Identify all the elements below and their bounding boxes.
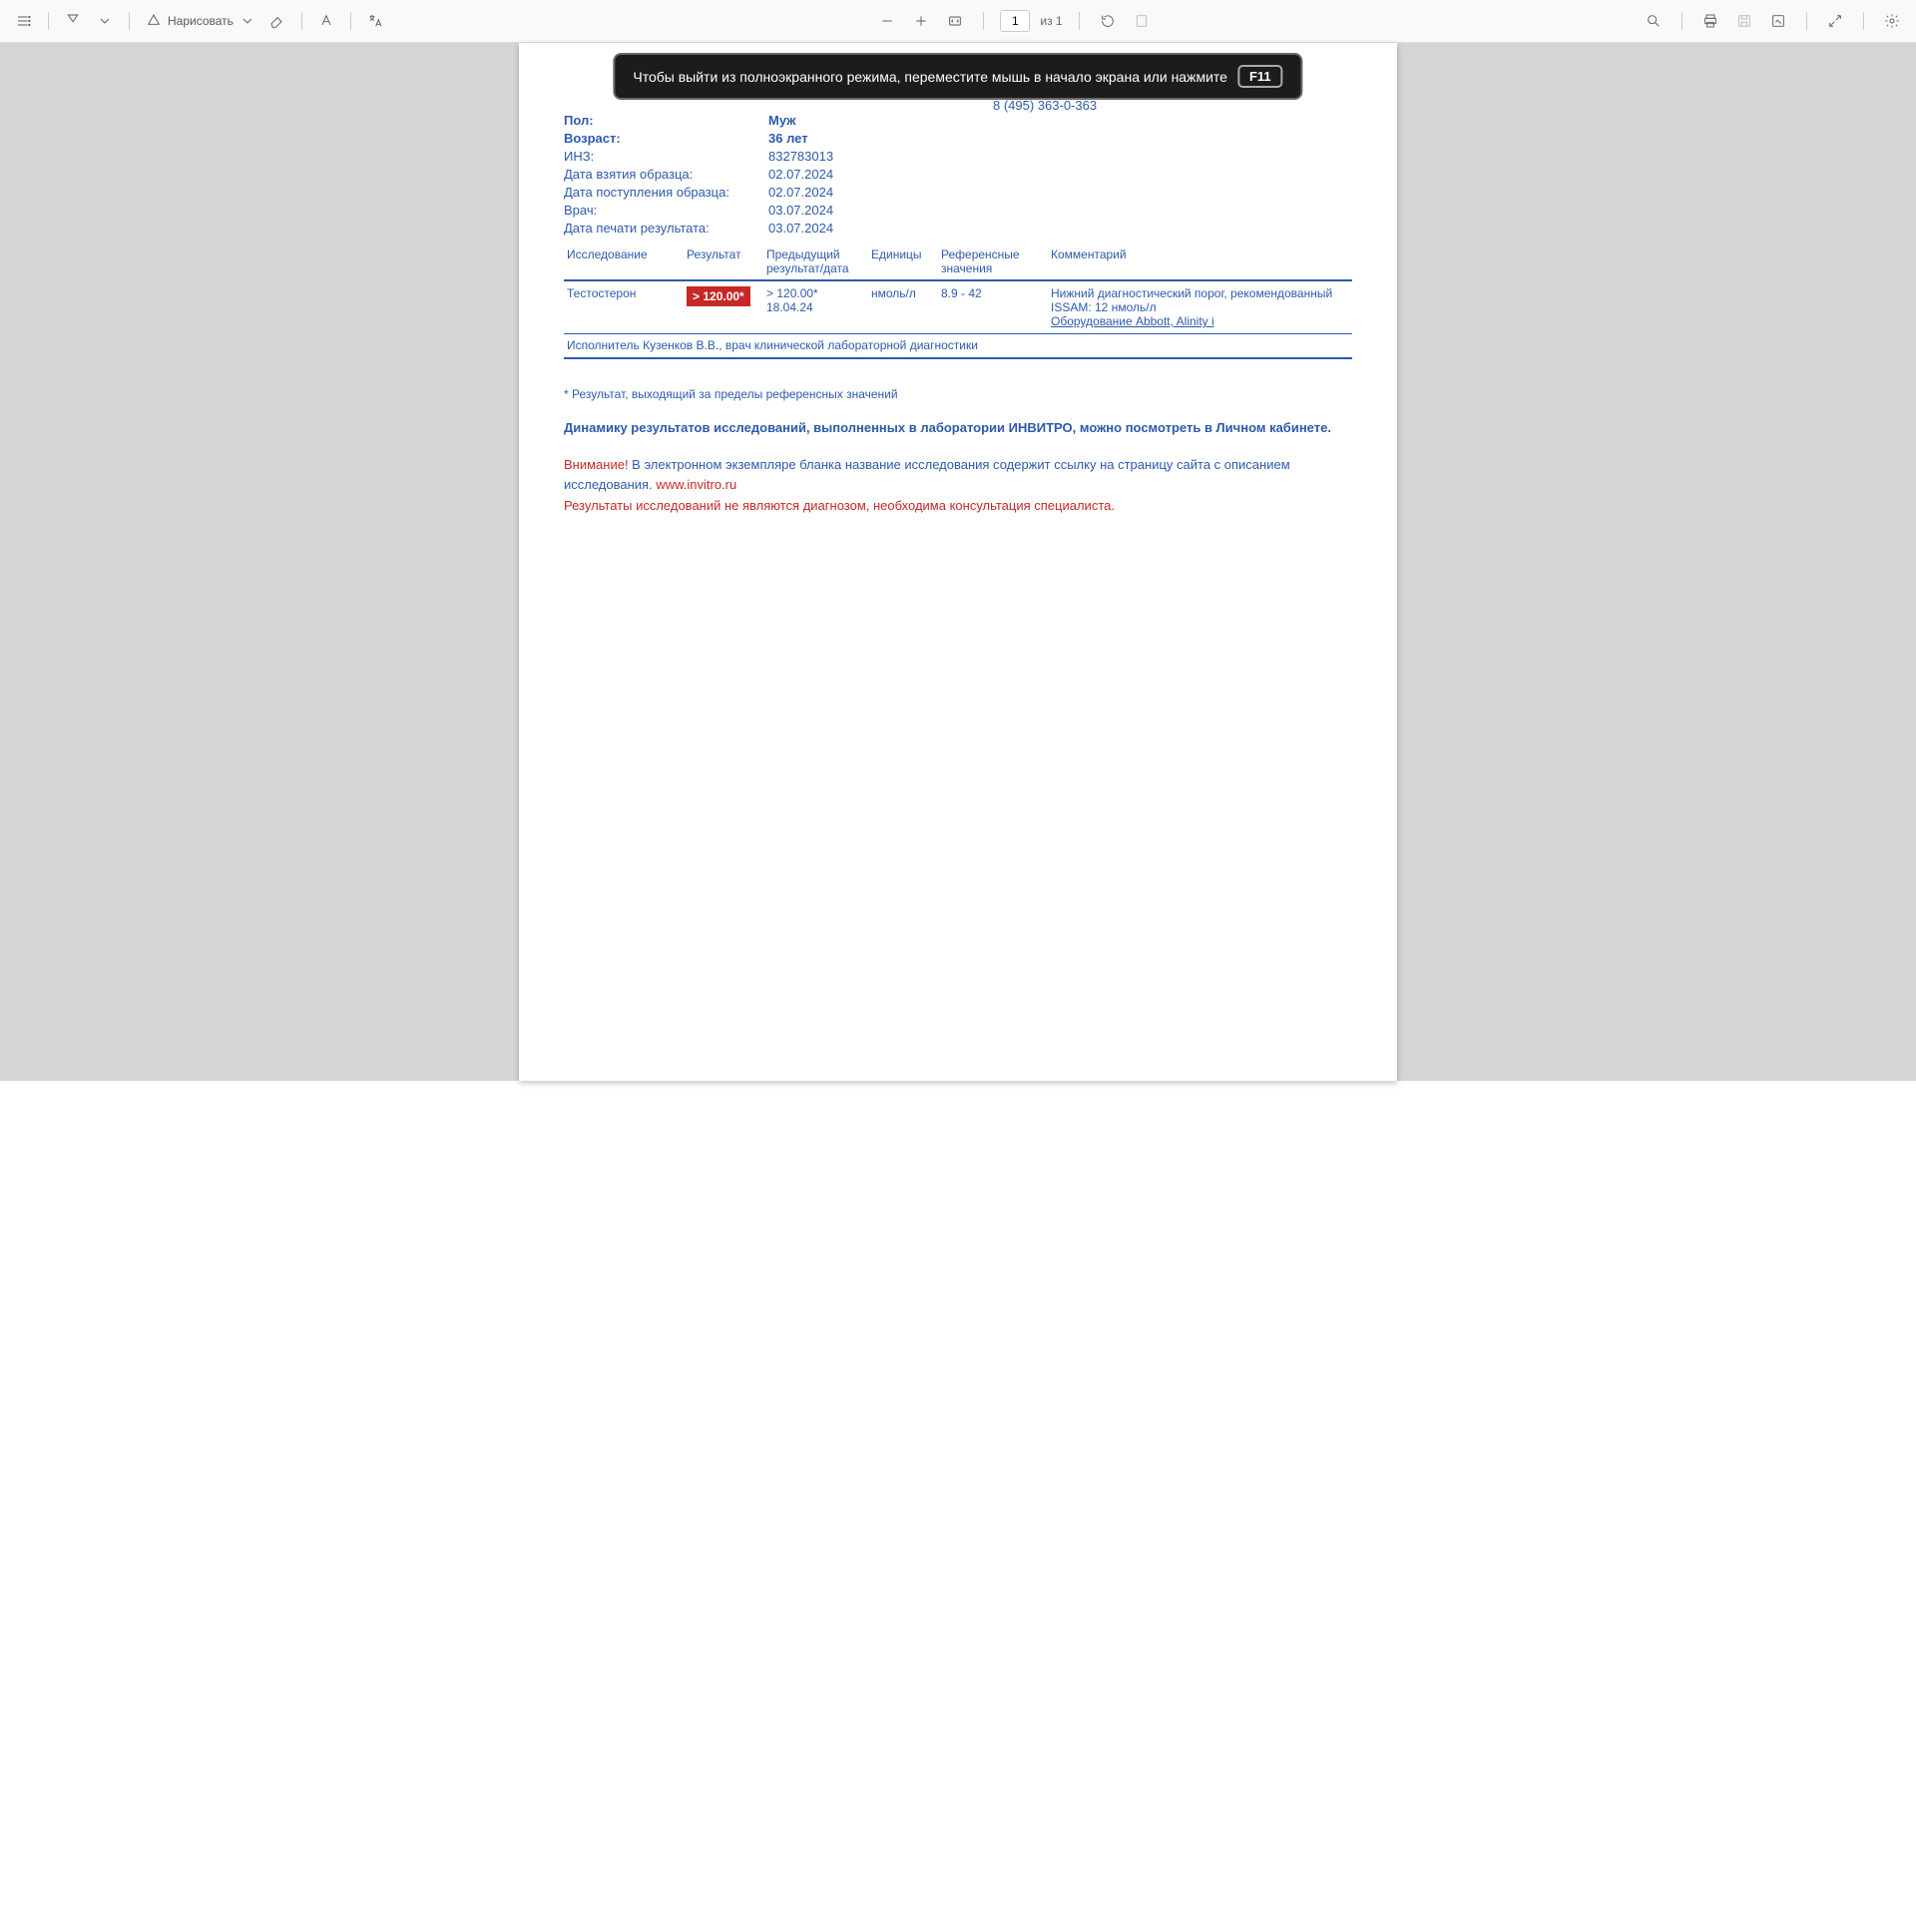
info-value: 36 лет [768, 131, 808, 146]
disclaimer: Результаты исследований не являются диаг… [564, 498, 1352, 513]
info-value: 832783013 [768, 149, 833, 164]
info-label: Дата поступления образца: [564, 185, 768, 200]
col-result: Результат [684, 243, 763, 280]
separator [1681, 12, 1682, 30]
attention-link[interactable]: www.invitro.ru [656, 477, 736, 492]
info-label: Возраст: [564, 131, 768, 146]
info-value: 02.07.2024 [768, 167, 833, 182]
info-label: Пол: [564, 113, 768, 128]
info-row: Дата печати результата:03.07.2024 [564, 221, 1352, 236]
pdf-viewer: Чтобы выйти из полноэкранного режима, пе… [0, 43, 1916, 1081]
highlight-chevron-icon[interactable] [93, 9, 117, 33]
search-icon[interactable] [1642, 9, 1666, 33]
cell-prev: > 120.00* 18.04.24 [763, 280, 868, 334]
separator [983, 12, 984, 30]
cell-ref: 8.9 - 42 [938, 280, 1048, 334]
pdf-toolbar: Нарисовать из 1 [0, 0, 1916, 43]
document-page: СТАНИСЛАВ Легат ООО 8 (495) 363-0-363 По… [519, 43, 1397, 1081]
rotate-icon[interactable] [1096, 9, 1120, 33]
separator [129, 12, 130, 30]
equipment: Оборудование Abbott, Alinity i [1051, 314, 1214, 328]
highlight-icon[interactable] [61, 9, 85, 33]
info-value: 02.07.2024 [768, 185, 833, 200]
info-value: 03.07.2024 [768, 221, 833, 236]
cell-test: Тестостерон [564, 280, 684, 334]
fit-icon[interactable] [943, 9, 967, 33]
separator [301, 12, 302, 30]
info-label: Дата взятия образца: [564, 167, 768, 182]
page-view-icon[interactable] [1130, 9, 1154, 33]
info-label: ИНЗ: [564, 149, 768, 164]
results-table: Исследование Результат Предыдущий резуль… [564, 243, 1352, 334]
dynamic-note: Динамику результатов исследований, выпол… [564, 419, 1352, 437]
save-icon[interactable] [1732, 9, 1756, 33]
cell-units: нмоль/л [868, 280, 938, 334]
translate-icon[interactable] [363, 9, 387, 33]
info-value: Муж [768, 113, 795, 128]
info-row: Дата поступления образца:02.07.2024 [564, 185, 1352, 200]
clinic-phone: 8 (495) 363-0-363 [993, 98, 1352, 113]
separator [48, 12, 49, 30]
table-row: Тестостерон > 120.00* > 120.00* 18.04.24… [564, 280, 1352, 334]
cell-comment: Нижний диагностический порог, рекомендов… [1048, 280, 1352, 334]
separator [350, 12, 351, 30]
sidebar-toggle-icon[interactable] [12, 9, 36, 33]
settings-icon[interactable] [1880, 9, 1904, 33]
info-row: Возраст:36 лет [564, 131, 1352, 146]
col-prev: Предыдущий результат/дата [763, 243, 868, 280]
draw-button[interactable]: Нарисовать [142, 13, 259, 29]
fullscreen-banner: Чтобы выйти из полноэкранного режима, пе… [613, 53, 1302, 100]
attention-block: Внимание! В электронном экземпляре бланк… [564, 455, 1352, 494]
zoom-out-icon[interactable] [875, 9, 899, 33]
banner-key: F11 [1237, 65, 1283, 88]
col-test: Исследование [564, 243, 684, 280]
print-icon[interactable] [1698, 9, 1722, 33]
banner-text: Чтобы выйти из полноэкранного режима, пе… [633, 69, 1227, 85]
col-comment: Комментарий [1048, 243, 1352, 280]
asterisk-note: * Результат, выходящий за пределы рефере… [564, 387, 1352, 401]
info-label: Врач: [564, 203, 768, 218]
annotate-icon[interactable] [1766, 9, 1790, 33]
attention-label: Внимание! [564, 457, 629, 472]
col-ref: Референсные значения [938, 243, 1048, 280]
info-row: Дата взятия образца:02.07.2024 [564, 167, 1352, 182]
info-label: Дата печати результата: [564, 221, 768, 236]
draw-icon [146, 13, 162, 29]
text-icon[interactable] [314, 9, 338, 33]
erase-icon[interactable] [265, 9, 289, 33]
info-row: ИНЗ:832783013 [564, 149, 1352, 164]
performer: Исполнитель Кузенков В.В., врач клиничес… [564, 334, 1352, 359]
info-row: Врач:03.07.2024 [564, 203, 1352, 218]
page-total-label: из 1 [1040, 14, 1062, 28]
fullscreen-icon[interactable] [1823, 9, 1847, 33]
separator [1079, 12, 1080, 30]
info-value: 03.07.2024 [768, 203, 833, 218]
draw-label: Нарисовать [168, 14, 234, 28]
zoom-in-icon[interactable] [909, 9, 933, 33]
cell-result: > 120.00* [684, 280, 763, 334]
separator [1863, 12, 1864, 30]
page-number-input[interactable] [1000, 10, 1030, 32]
separator [1806, 12, 1807, 30]
col-units: Единицы [868, 243, 938, 280]
chevron-down-icon [240, 13, 255, 29]
info-row: Пол:Муж [564, 113, 1352, 128]
